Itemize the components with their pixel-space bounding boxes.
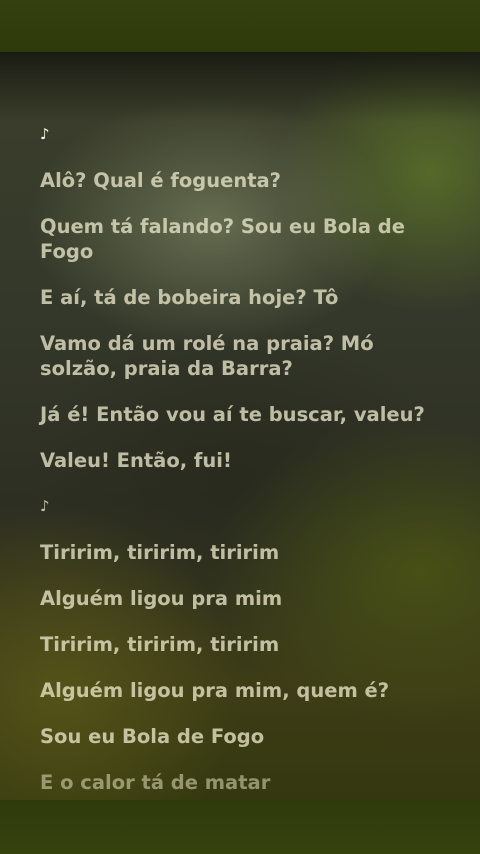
lyric-line[interactable]: Vamo dá um rolé na praia? Mó solzão, pra…	[40, 331, 450, 381]
lyric-line[interactable]: Valeu! Então, fui!	[40, 448, 450, 473]
lyrics-panel[interactable]: ♪ Alô? Qual é foguenta? Quem tá falando?…	[0, 52, 480, 800]
bottom-bar	[0, 800, 480, 854]
lyric-line[interactable]: E o calor tá de matar	[40, 770, 450, 795]
lyrics-list: ♪ Alô? Qual é foguenta? Quem tá falando?…	[40, 122, 450, 800]
music-note-icon: ♪	[40, 497, 50, 515]
lyric-line[interactable]: Já é! Então vou aí te buscar, valeu?	[40, 402, 450, 427]
panel-shade	[0, 52, 480, 122]
lyric-line[interactable]: Quem tá falando? Sou eu Bola de Fogo	[40, 214, 450, 264]
lyric-line[interactable]: Alguém ligou pra mim, quem é?	[40, 678, 450, 703]
top-bar	[0, 0, 480, 52]
lyric-line[interactable]: Alô? Qual é foguenta?	[40, 168, 450, 193]
lyric-line[interactable]: Tiririm, tiririm, tiririm	[40, 632, 450, 657]
music-note-icon: ♪	[40, 125, 50, 143]
lyric-line[interactable]: Alguém ligou pra mim	[40, 586, 450, 611]
screen: ♪ Alô? Qual é foguenta? Quem tá falando?…	[0, 0, 480, 854]
lyric-line[interactable]: Sou eu Bola de Fogo	[40, 724, 450, 749]
lyric-line[interactable]: E aí, tá de bobeira hoje? Tô	[40, 285, 450, 310]
lyric-line[interactable]: Tiririm, tiririm, tiririm	[40, 540, 450, 565]
